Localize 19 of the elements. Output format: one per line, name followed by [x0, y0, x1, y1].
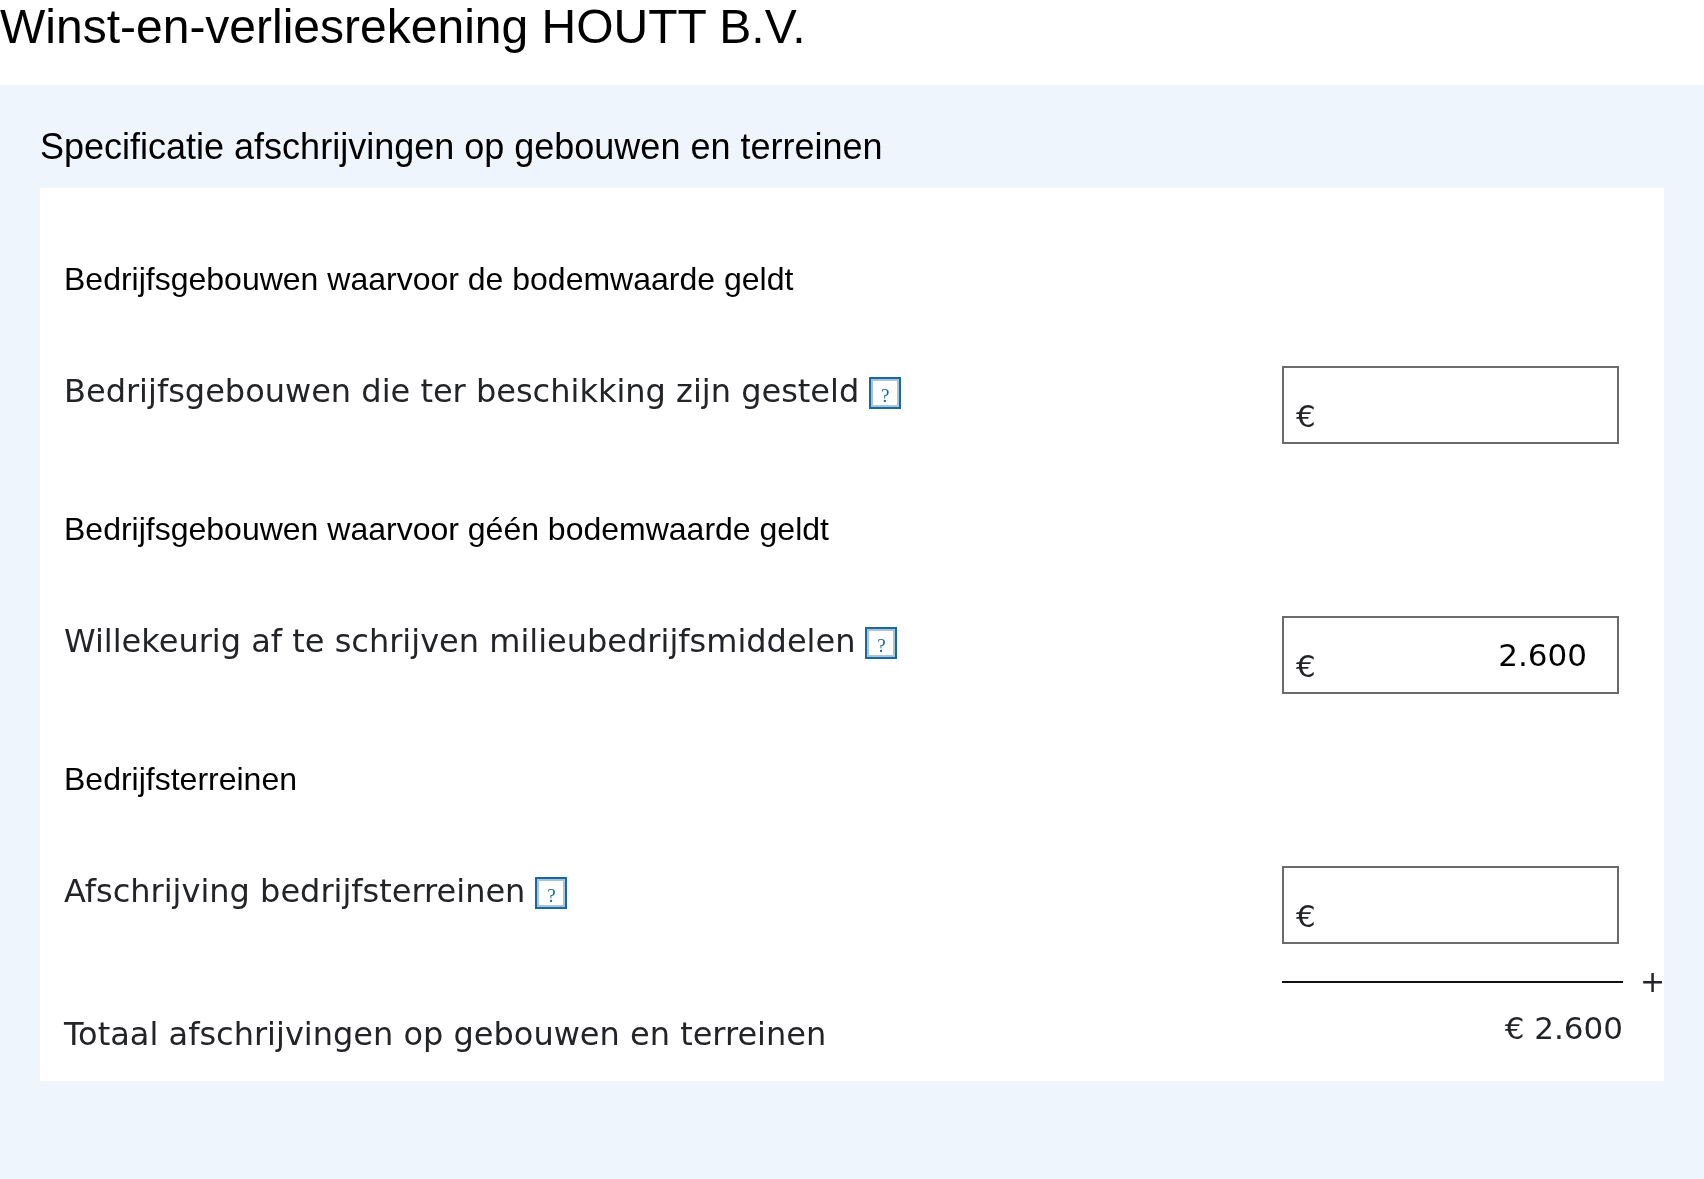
- group-heading: Bedrijfsgebouwen waarvoor de bodemwaarde geldt: [64, 260, 794, 299]
- amount-field[interactable]: [1282, 866, 1619, 944]
- currency-symbol: €: [1296, 398, 1316, 434]
- help-button[interactable]: ?: [865, 627, 898, 659]
- help-button[interactable]: ?: [535, 877, 568, 909]
- section-title: Specificatie afschrijvingen op gebouwen en terreinen: [40, 125, 883, 169]
- help-button[interactable]: ?: [869, 377, 902, 409]
- currency-symbol: €: [1296, 898, 1316, 934]
- group-heading: Bedrijfsgebouwen waarvoor géén bodemwaarde geldt: [64, 510, 829, 549]
- amount-field[interactable]: [1282, 366, 1619, 444]
- currency-symbol: €: [1296, 648, 1316, 684]
- group-heading: Bedrijfsterreinen: [64, 760, 297, 799]
- total-value: € 2.600: [1504, 1009, 1623, 1048]
- field-label: Afschrijving bedrijfsterreinen: [64, 871, 526, 911]
- sum-operator: +: [1639, 969, 1664, 995]
- total-label: Totaal afschrijvingen op gebouwen en terreinen: [64, 1014, 827, 1054]
- field-label: Bedrijfsgebouwen die ter beschikking zijn gesteld: [64, 371, 860, 411]
- page-title: Winst-en-verliesrekening HOUTT B.V.: [0, 0, 806, 54]
- field-label: Willekeurig af te schrijven milieubedrijfsmiddelen: [64, 621, 856, 661]
